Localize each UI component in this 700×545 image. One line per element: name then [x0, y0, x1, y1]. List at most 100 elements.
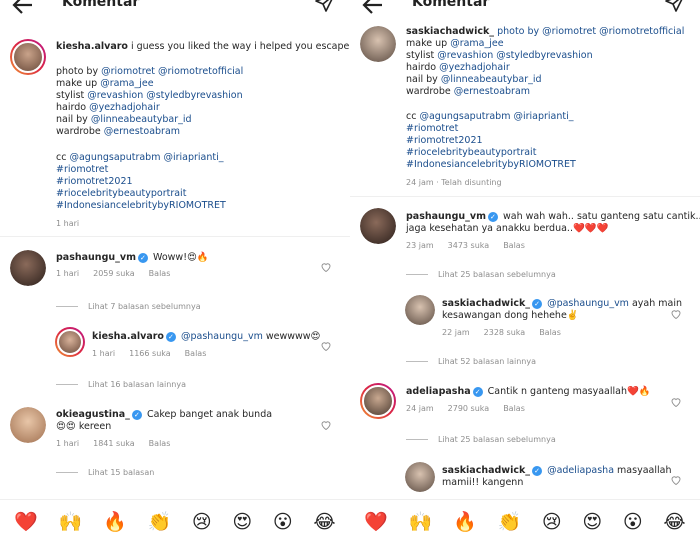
- avatar[interactable]: [360, 208, 396, 244]
- send-icon[interactable]: [314, 0, 336, 14]
- caption-first-line: saskiachadwick_ photo by @riomotret @rio…: [406, 26, 684, 38]
- reply-button[interactable]: Balas: [149, 269, 171, 278]
- send-icon[interactable]: [664, 0, 686, 14]
- caption-tag[interactable]: @agungsaputrabm @iriaprianti_: [69, 152, 223, 163]
- caption-tag[interactable]: @yezhadjohair: [89, 102, 160, 113]
- comment-username[interactable]: kiesha.alvaro: [92, 331, 164, 342]
- hashtag[interactable]: #riomotret: [406, 123, 458, 135]
- mention-tag[interactable]: @adeliapasha: [547, 465, 614, 476]
- comment-username[interactable]: pashaungu_vm: [406, 211, 486, 222]
- caption-label: make up: [56, 78, 101, 89]
- like-heart-icon[interactable]: [320, 261, 332, 273]
- hashtag[interactable]: #riocelebritybeautyportrait: [56, 188, 186, 200]
- back-arrow-icon[interactable]: [360, 0, 386, 18]
- like-count[interactable]: 1841 suka: [93, 439, 135, 448]
- comment-username[interactable]: saskiachadwick_: [442, 465, 530, 476]
- caption-username[interactable]: saskiachadwick_: [406, 26, 494, 37]
- like-count[interactable]: 2059 suka: [93, 269, 135, 278]
- caption-tag[interactable]: @rama_jee: [100, 78, 153, 89]
- caption-tag[interactable]: @revashion @styledbyrevashion: [437, 50, 592, 61]
- crying-emoji-icon[interactable]: 😢: [542, 513, 562, 532]
- caption-tag[interactable]: @linneabeautybar_id: [441, 74, 542, 85]
- view-more-replies[interactable]: Lihat 7 balasan sebelumnya: [56, 302, 201, 311]
- divider: [0, 236, 350, 237]
- clap-emoji-icon[interactable]: 👏: [147, 513, 171, 532]
- fire-emoji-icon[interactable]: 🔥: [103, 513, 127, 532]
- like-heart-icon[interactable]: [320, 340, 332, 352]
- surprised-emoji-icon[interactable]: 😮: [623, 513, 643, 532]
- comment-username[interactable]: adeliapasha: [406, 386, 471, 397]
- avatar[interactable]: [405, 295, 435, 325]
- reply-button[interactable]: Balas: [503, 404, 525, 413]
- comment-time: 23 jam: [406, 241, 434, 250]
- clap-emoji-icon[interactable]: 👏: [497, 513, 521, 532]
- avatar[interactable]: [10, 407, 46, 443]
- caption-label: cc: [406, 111, 420, 122]
- like-heart-icon[interactable]: [670, 474, 682, 486]
- comment-username[interactable]: okieagustina_: [56, 409, 130, 420]
- like-count[interactable]: 1166 suka: [129, 349, 171, 358]
- avatar[interactable]: [10, 250, 46, 286]
- hashtag[interactable]: #riomotret2021: [56, 176, 133, 188]
- caption-username[interactable]: kiesha.alvaro: [56, 41, 128, 52]
- raised-hands-emoji-icon[interactable]: 🙌: [59, 513, 83, 532]
- comment-body: Cakep banget anak bunda: [146, 409, 273, 420]
- avatar[interactable]: [360, 26, 396, 62]
- avatar[interactable]: [55, 327, 85, 357]
- view-more-replies[interactable]: Lihat 16 balasan lainnya: [56, 380, 186, 389]
- raised-hands-emoji-icon[interactable]: 🙌: [409, 513, 433, 532]
- like-heart-icon[interactable]: [670, 396, 682, 408]
- view-more-replies[interactable]: Lihat 25 balasan sebelumnya: [406, 270, 556, 279]
- laughing-emoji-icon[interactable]: 😂: [663, 513, 685, 532]
- reply-button[interactable]: Balas: [539, 328, 561, 337]
- caption-cc-line: cc @agungsaputrabm @iriaprianti_: [406, 111, 574, 123]
- heart-eyes-emoji-icon[interactable]: 😍: [232, 513, 252, 532]
- view-more-replies[interactable]: Lihat 52 balasan lainnya: [406, 357, 536, 366]
- view-more-replies[interactable]: Lihat 15 balasan: [56, 468, 154, 477]
- caption-tag[interactable]: @linneabeautybar_id: [91, 114, 192, 125]
- laughing-emoji-icon[interactable]: 😂: [313, 513, 335, 532]
- crying-emoji-icon[interactable]: 😢: [192, 513, 212, 532]
- hashtag[interactable]: #IndonesiancelebritybyRIOMOTRET: [406, 159, 576, 171]
- like-count[interactable]: 2328 suka: [484, 328, 526, 337]
- comment-text: okieagustina_ ✓ Cakep banget anak bunda: [56, 409, 272, 421]
- reply-button[interactable]: Balas: [185, 349, 207, 358]
- fire-emoji-icon[interactable]: 🔥: [453, 513, 477, 532]
- caption-tag[interactable]: @ernestoabram: [104, 126, 180, 137]
- avatar[interactable]: [360, 383, 396, 419]
- like-count[interactable]: 3473 suka: [448, 241, 490, 250]
- back-arrow-icon[interactable]: [10, 0, 36, 18]
- caption-tag[interactable]: @yezhadjohair: [439, 62, 510, 73]
- hashtag[interactable]: #riocelebritybeautyportrait: [406, 147, 536, 159]
- comment-username[interactable]: saskiachadwick_: [442, 298, 530, 309]
- like-heart-icon[interactable]: [320, 419, 332, 431]
- divider: [350, 196, 700, 197]
- heart-eyes-emoji-icon[interactable]: 😍: [582, 513, 602, 532]
- caption-label: stylist: [56, 90, 88, 101]
- reply-button[interactable]: Balas: [503, 241, 525, 250]
- caption-tag[interactable]: @riomotret @riomotretofficial: [101, 66, 243, 77]
- mention-tag[interactable]: @pashaungu_vm: [181, 331, 263, 342]
- caption-tag[interactable]: photo by @riomotret @riomotretofficial: [497, 26, 684, 37]
- heart-emoji-icon[interactable]: ❤️: [14, 513, 38, 532]
- hashtag[interactable]: #IndonesiancelebritybyRIOMOTRET: [56, 200, 226, 212]
- reply-button[interactable]: Balas: [149, 439, 171, 448]
- comment-meta: 1 hari 1841 suka Balas: [56, 439, 184, 448]
- like-heart-icon[interactable]: [670, 308, 682, 320]
- surprised-emoji-icon[interactable]: 😮: [273, 513, 293, 532]
- comment-username[interactable]: pashaungu_vm: [56, 252, 136, 263]
- caption-tag[interactable]: @agungsaputrabm @iriaprianti_: [419, 111, 573, 122]
- caption-tag[interactable]: @rama_jee: [450, 38, 503, 49]
- caption-tag[interactable]: @revashion @styledbyrevashion: [87, 90, 242, 101]
- mention-tag[interactable]: @pashaungu_vm: [547, 298, 629, 309]
- emoji-quick-bar: ❤️ 🙌 🔥 👏 😢 😍 😮 😂: [0, 499, 350, 545]
- avatar[interactable]: [10, 39, 46, 75]
- heart-emoji-icon[interactable]: ❤️: [364, 513, 388, 532]
- like-count[interactable]: 2790 suka: [448, 404, 490, 413]
- hashtag[interactable]: #riomotret2021: [406, 135, 483, 147]
- comment-text: pashaungu_vm ✓ Woww!😍🔥: [56, 252, 209, 264]
- caption-tag[interactable]: @ernestoabram: [454, 86, 530, 97]
- hashtag[interactable]: #riomotret: [56, 164, 108, 176]
- view-more-replies[interactable]: Lihat 25 balasan sebelumnya: [406, 435, 556, 444]
- avatar[interactable]: [405, 462, 435, 492]
